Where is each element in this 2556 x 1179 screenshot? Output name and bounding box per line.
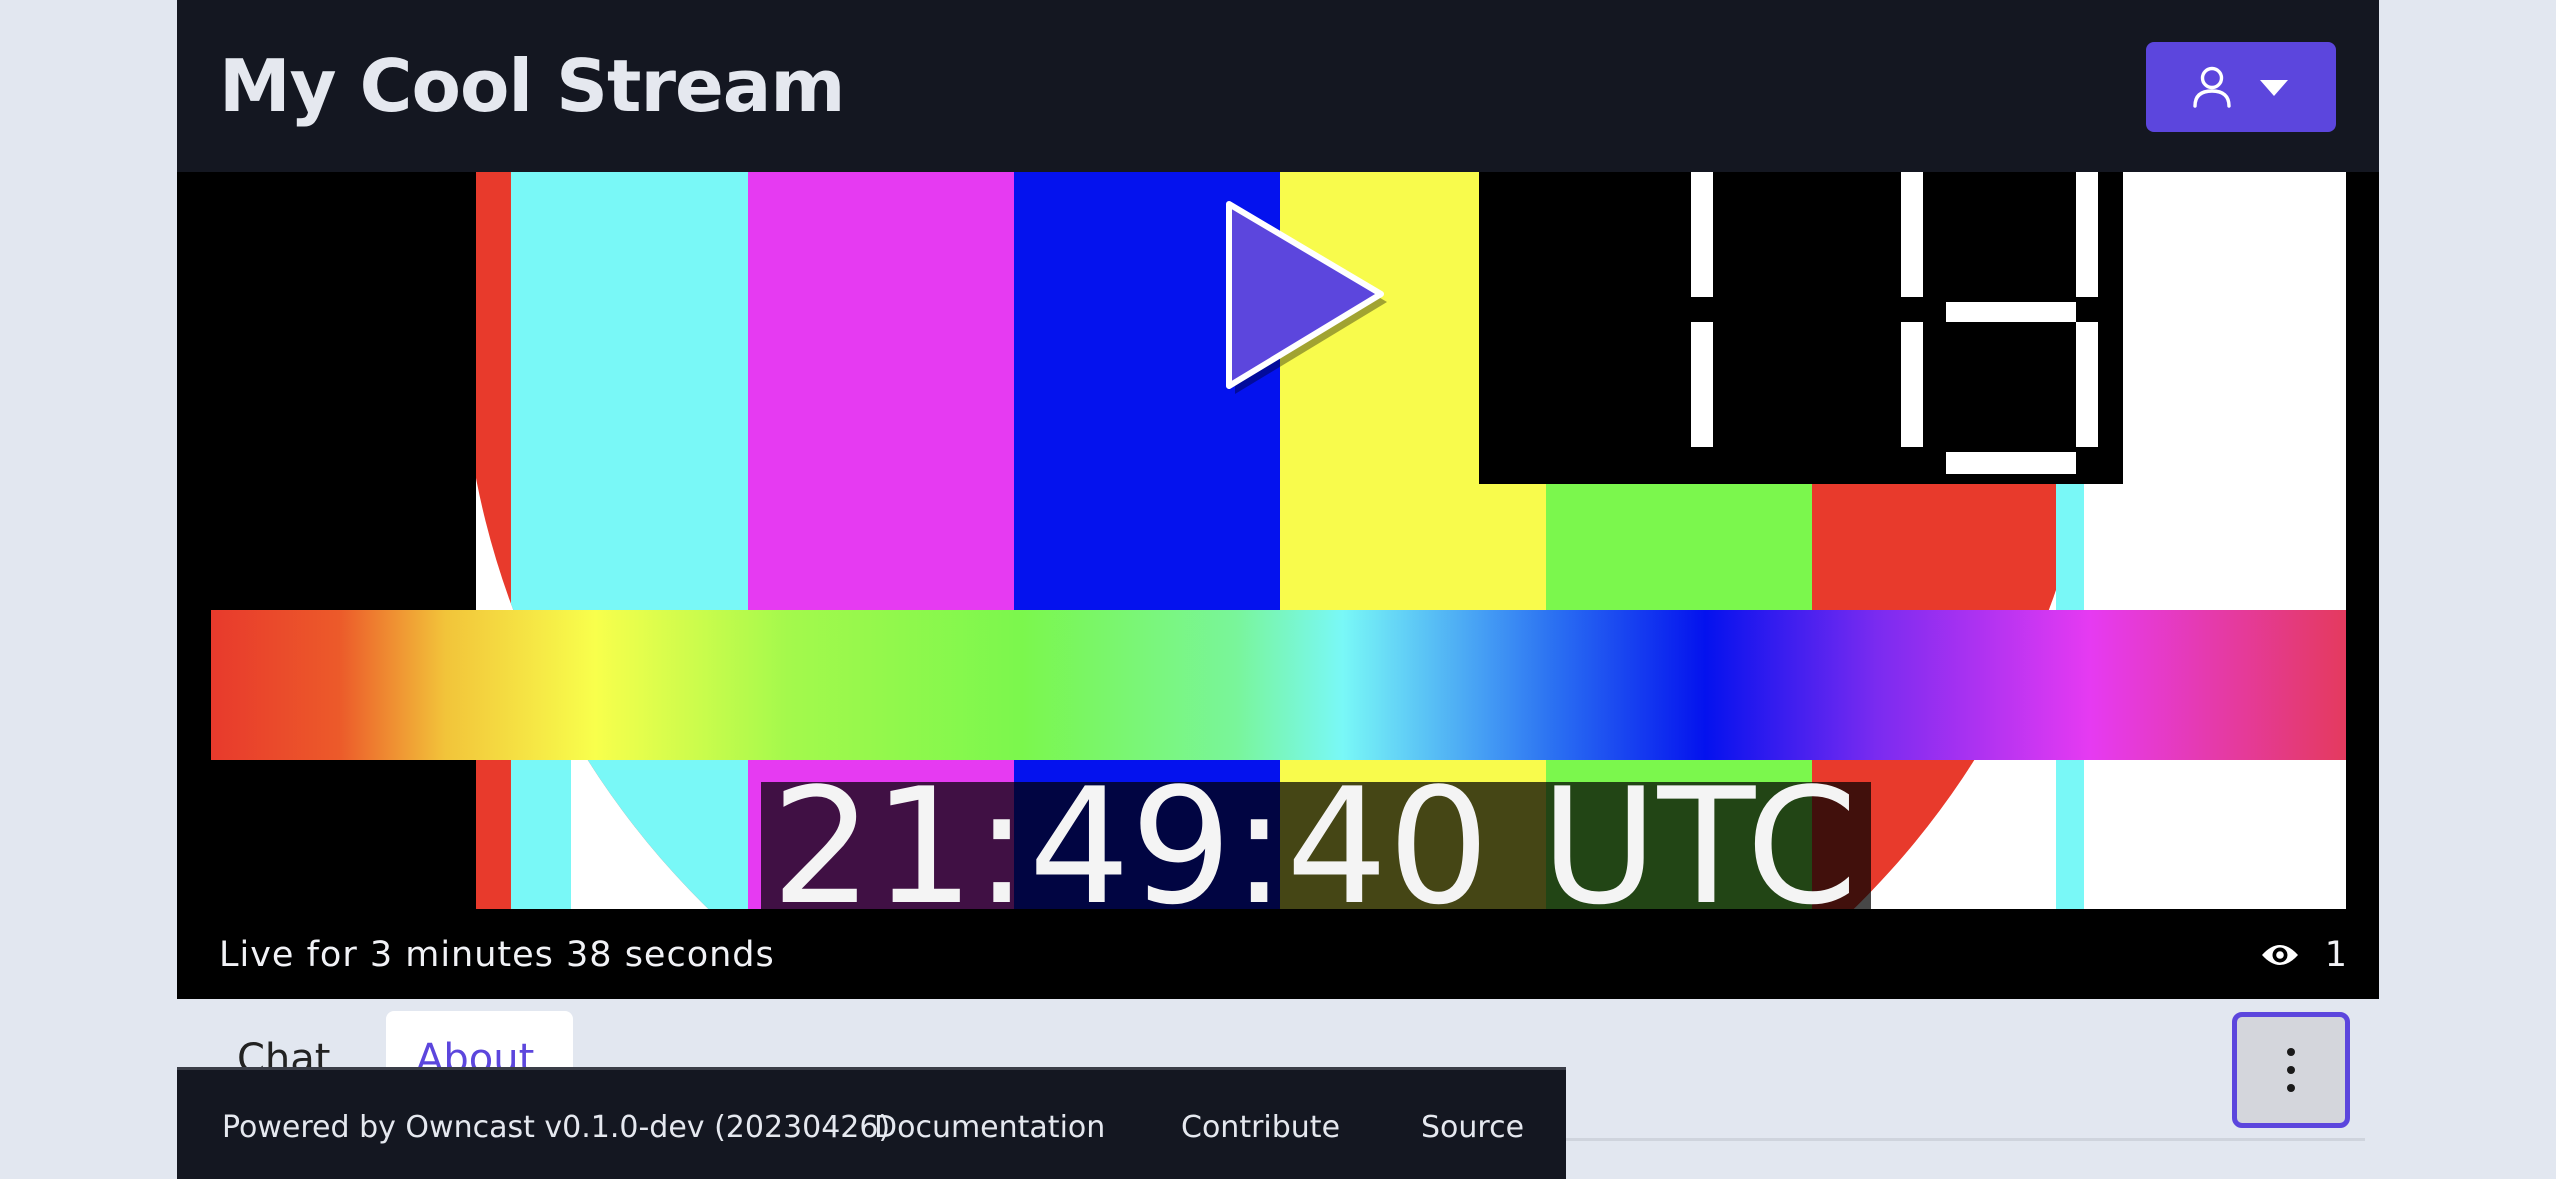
app-root: My Cool Stream 21:49:40 UTC Live for 3 m…	[177, 0, 2379, 1179]
site-title: My Cool Stream	[219, 44, 845, 128]
viewer-count: 1	[2261, 933, 2347, 977]
more-actions-button[interactable]	[2232, 1012, 2350, 1128]
header: My Cool Stream	[177, 0, 2379, 172]
play-icon	[1226, 201, 1387, 394]
footer: Powered by Owncast v0.1.0-dev (20230426)…	[177, 1067, 1566, 1179]
video-clock-text: 21:49:40 UTC	[771, 753, 1858, 909]
documentation-link[interactable]: Documentation	[874, 1108, 1105, 1148]
caret-down-icon	[2260, 80, 2288, 96]
viewer-count-value: 1	[2324, 935, 2347, 975]
powered-by-text: Powered by Owncast v0.1.0-dev (20230426)	[222, 1110, 891, 1145]
vertical-dots-icon	[2287, 1048, 2295, 1092]
live-duration-text: Live for 3 minutes 38 seconds	[219, 935, 775, 975]
contribute-link[interactable]: Contribute	[1181, 1108, 1340, 1148]
video-player[interactable]: 21:49:40 UTC	[177, 172, 2379, 909]
user-menu-button[interactable]	[2146, 42, 2336, 132]
eye-icon	[2261, 945, 2298, 965]
source-link[interactable]: Source	[1421, 1108, 1524, 1148]
play-button[interactable]	[1213, 194, 1403, 394]
user-icon	[2193, 66, 2231, 108]
status-bar: Live for 3 minutes 38 seconds 1	[177, 909, 2379, 999]
